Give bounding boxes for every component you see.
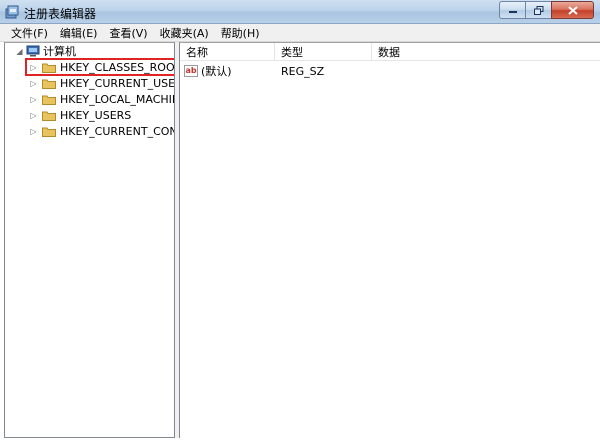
folder-icon: [42, 127, 56, 137]
list-item[interactable]: ab (默认) REG_SZ: [180, 62, 600, 80]
expand-triangle-icon[interactable]: ▷: [29, 75, 38, 91]
tree-item-hkey-current-config[interactable]: ▷ HKEY_CURRENT_CONFIG: [29, 123, 174, 139]
expand-triangle-icon[interactable]: ▷: [29, 59, 38, 75]
tree-item-computer[interactable]: ◢ 计算机: [15, 43, 76, 59]
expand-triangle-icon[interactable]: ▷: [29, 107, 38, 123]
minimize-button[interactable]: [499, 1, 525, 19]
tree-item-label: HKEY_CLASSES_ROOT: [60, 60, 175, 74]
value-type: REG_SZ: [281, 64, 325, 78]
close-icon: [567, 5, 578, 15]
collapse-triangle-icon[interactable]: ◢: [15, 43, 24, 59]
string-value-icon: ab: [184, 65, 198, 77]
tree-item-hkey-local-machine[interactable]: ▷ HKEY_LOCAL_MACHINE: [29, 91, 175, 107]
title-bar: 注册表编辑器: [0, 0, 600, 24]
value-name-cell: ab (默认): [180, 63, 275, 79]
menu-help[interactable]: 帮助(H): [216, 25, 265, 41]
tree-item-label: HKEY_CURRENT_USER: [60, 76, 175, 90]
folder-icon: [42, 95, 56, 105]
tree-item-label: 计算机: [43, 45, 76, 58]
expand-triangle-icon[interactable]: ▷: [29, 123, 38, 139]
column-header-type[interactable]: 类型: [275, 43, 372, 61]
tree-item-hkey-classes-root[interactable]: ▷ HKEY_CLASSES_ROOT: [29, 59, 175, 75]
close-button[interactable]: [551, 1, 594, 19]
folder-icon: [42, 63, 56, 73]
tree-item-label: HKEY_CURRENT_CONFIG: [60, 124, 174, 138]
tree-item-hkey-users[interactable]: ▷ HKEY_USERS: [29, 107, 131, 123]
registry-tree: ◢ 计算机 ▷ HKEY_CLASSES_ROOT ▷ HKEY_CURRENT…: [4, 42, 175, 438]
menu-bar: 文件(F) 编辑(E) 查看(V) 收藏夹(A) 帮助(H): [0, 24, 600, 42]
restore-icon: [533, 5, 543, 15]
menu-view[interactable]: 查看(V): [104, 25, 152, 41]
menu-edit[interactable]: 编辑(E): [55, 25, 103, 41]
column-header-data[interactable]: 数据: [372, 43, 600, 61]
column-header-name[interactable]: 名称: [180, 43, 275, 61]
tree-item-label: HKEY_LOCAL_MACHINE: [60, 92, 175, 106]
maximize-button[interactable]: [525, 1, 551, 19]
minimize-icon: [508, 11, 517, 13]
menu-file[interactable]: 文件(F): [6, 25, 53, 41]
values-list: 名称 类型 数据 ab (默认) REG_SZ: [179, 42, 600, 438]
tree-item-hkey-current-user[interactable]: ▷ HKEY_CURRENT_USER: [29, 75, 175, 91]
window-controls: [499, 1, 594, 19]
folder-icon: [42, 79, 56, 89]
window-title: 注册表编辑器: [24, 7, 97, 21]
menu-favorites[interactable]: 收藏夹(A): [155, 25, 214, 41]
tree-item-label: HKEY_USERS: [60, 108, 132, 122]
value-name: (默认): [201, 65, 232, 78]
folder-icon: [42, 111, 56, 121]
list-header: 名称 类型 数据: [180, 43, 600, 61]
expand-triangle-icon[interactable]: ▷: [29, 91, 38, 107]
computer-icon: [26, 45, 40, 57]
registry-editor-icon: [5, 5, 19, 19]
